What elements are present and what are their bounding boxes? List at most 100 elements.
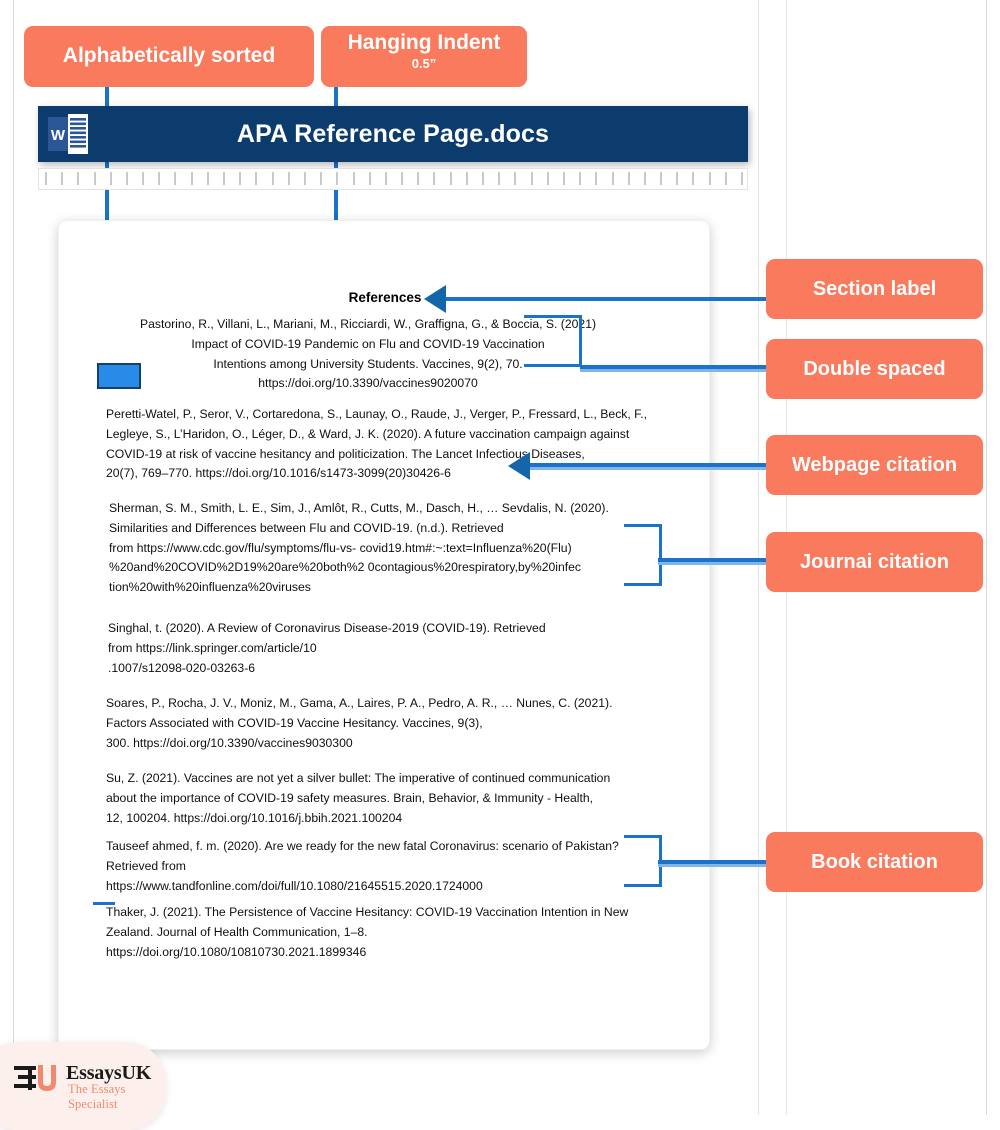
ruler-tick [239,172,242,185]
ruler-tick [708,172,711,185]
reference-line: Singhal, t. (2020). A Review of Coronavi… [108,621,546,635]
reference-line: https://doi.org/10.1080/10810730.2021.18… [106,944,367,959]
ruler-tick [401,172,404,185]
reference-entry-sherman: Sherman, S. M., Smith, L. E., Sim, J., A… [109,499,609,598]
connector-double-spaced-shadow [580,369,766,372]
reference-entry-thaker: Thaker, J. (2021). The Persistence of Va… [106,903,628,962]
reference-line: about the importance of COVID-19 safety … [106,790,594,805]
word-window-titlebar: W APA Reference Page.docs [38,106,748,162]
ruler-tick [546,172,549,185]
ruler-tick [142,172,145,185]
ruler-tick [530,172,533,185]
screenshot-root: Alphabetically sorted Hanging Indent 0.5… [0,0,1000,1130]
ruler-tick [643,172,646,185]
ruler-tick [741,172,743,185]
ruler-tick [77,172,80,185]
reference-entry-tauseef: Tauseef ahmed, f. m. (2020). Are we read… [106,837,619,896]
ruler-tick [352,172,355,185]
arrow-section-label [424,285,446,313]
ruler-tick [45,172,47,185]
ruler-tick [724,172,727,185]
callout-double-spaced-text: Double spaced [803,357,946,380]
ruler-tick [676,172,679,185]
ruler-tick [579,172,582,185]
reference-line: 12, 100204. https://doi.org/10.1016/j.bb… [106,810,403,825]
ruler-tick [449,172,452,185]
bracket-journal-citation [624,524,662,586]
reference-line: https://doi.org/10.3390/vaccines9020070 [258,376,478,391]
callout-journal-citation-text: Journai citation [800,550,949,573]
ruler-tick [514,172,517,185]
ruler-tick [320,172,323,185]
ruler-tick [255,172,258,185]
document-body: References Pastorino, R., Villani, L., M… [58,220,710,1050]
ruler-tick [271,172,274,185]
bracket-book-citation [624,835,662,887]
ruler-tick [433,172,436,185]
reference-line: Retrieved from [106,858,186,873]
brand-tagline: The Essays Specialist [68,1082,126,1111]
reference-line: Tauseef ahmed, f. m. (2020). Are we read… [106,839,619,853]
callout-book-citation-text: Book citation [811,850,938,873]
reference-line: from https://link.springer.com/article/1… [108,640,317,655]
ruler-tick [660,172,663,185]
callout-section-label: Section label [766,259,983,319]
document-title: APA Reference Page.docs [236,119,550,148]
ruler-tick [61,172,64,185]
ruler-tick [384,172,387,185]
callout-journal-citation: Journai citation [766,532,983,592]
connector-book-citation-shadow [658,864,766,867]
connector-book-citation-stub [93,902,115,905]
ruler-tick [627,172,630,185]
ruler-tick [174,172,177,185]
reference-line: .1007/s12098-020-03263-6 [108,660,256,675]
ruler-tick [482,172,485,185]
reference-line: Sherman, S. M., Smith, L. E., Sim, J., A… [109,501,609,515]
ruler-tick [109,172,112,185]
callout-book-citation: Book citation [766,832,983,892]
ruler-tick [223,172,226,185]
connector-journal-citation-shadow [658,562,766,565]
ruler-tick [336,172,339,185]
ruler-tick [368,172,371,185]
ruler-tick [465,172,468,185]
callout-double-spaced: Double spaced [766,339,983,399]
connector-webpage-citation-shadow [530,467,766,470]
hanging-indent-marker [97,363,141,389]
arrow-webpage-citation [508,452,530,480]
reference-line: from https://www.cdc.gov/flu/symptoms/fl… [109,540,572,555]
reference-line: tion%20with%20influenza%20viruses [109,580,311,595]
reference-line: COVID-19 at risk of vaccine hesitancy an… [106,446,585,461]
ruler-tick [190,172,193,185]
reference-entry-su: Su, Z. (2021). Vaccines are not yet a si… [106,769,610,828]
reference-entry-singhal: Singhal, t. (2020). A Review of Coronavi… [108,619,546,678]
ruler-tick [287,172,290,185]
callout-alphabetically-sorted-label: Alphabetically sorted [62,44,276,68]
reference-line: %20and%20COVID%2D19%20are%20both%2 0cont… [109,560,581,575]
callout-hanging-indent-sublabel: 0.5” [411,56,437,72]
reference-line: Peretti-Watel, P., Seror, V., Cortaredon… [106,407,648,421]
ruler-tick [595,172,598,185]
bracket-double-spaced [524,315,582,367]
reference-line: Soares, P., Rocha, J. V., Moniz, M., Gam… [106,696,613,710]
ruler-tick [125,172,128,185]
ruler-tick [93,172,96,185]
reference-entry-soares: Soares, P., Rocha, J. V., Moniz, M., Gam… [106,694,612,753]
reference-line: 300. https://doi.org/10.3390/vaccines903… [106,735,353,750]
ruler-tick [498,172,501,185]
reference-line: Thaker, J. (2021). The Persistence of Va… [106,905,629,919]
ruler-tick [206,172,209,185]
ruler-tick [611,172,614,185]
callout-hanging-indent-label: Hanging Indent [347,31,501,54]
ruler-tick [692,172,695,185]
document-ruler[interactable] [38,168,748,190]
callout-webpage-citation: Webpage citation [766,435,983,495]
reference-line: Su, Z. (2021). Vaccines are not yet a si… [106,771,611,785]
reference-line: Legleye, S., L’Haridon, O., Léger, D., &… [106,426,630,441]
ruler-tick [303,172,306,185]
reference-entry-peretti-watel: Peretti-Watel, P., Seror, V., Cortaredon… [106,405,647,484]
connector-section-label [446,297,766,301]
ruler-tick [562,172,565,185]
reference-line: Similarities and Differences between Flu… [109,520,504,535]
brand-logo: EssaysUK The Essays Specialist [14,1062,174,1111]
